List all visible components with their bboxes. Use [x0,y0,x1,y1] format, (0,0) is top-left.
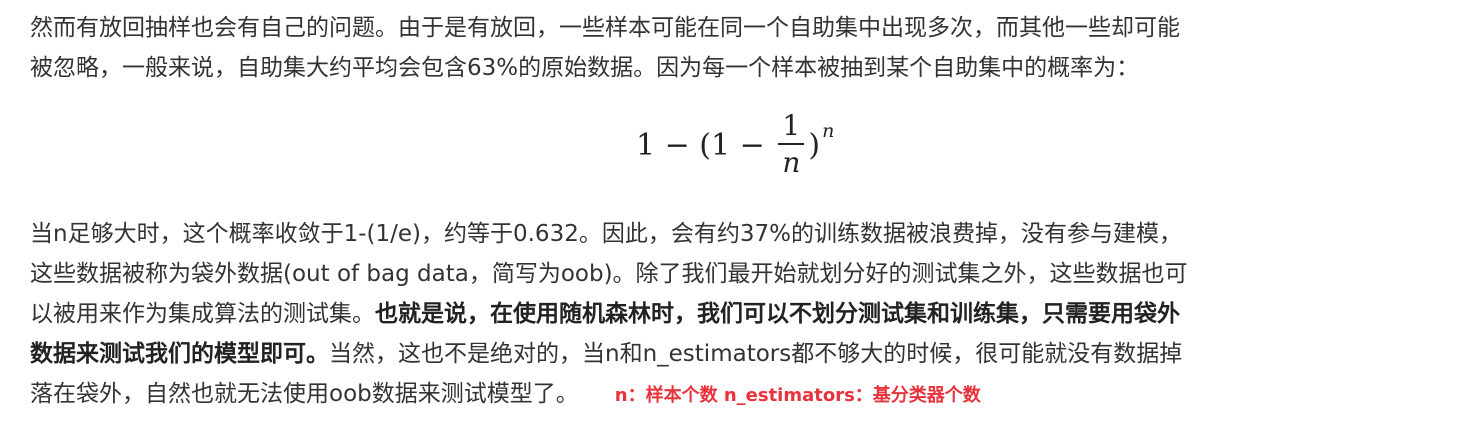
fraction-numerator: 1 [782,109,801,142]
text-bold: 也就是说，在使用随机森林时，我们可以不划分测试集和训练集，只需要用袋外 [375,301,1180,327]
text-bold: 数据来测试我们的模型即可。 [30,341,329,367]
text-line: 落在袋外，自然也就无法使用oob数据来测试模型了。 n：样本个数 n_estima… [30,374,1450,416]
formula-exponent: n [822,120,835,142]
formula-close-paren: ) [808,127,821,163]
text-line: 当n足够大时，这个概率收敛于1-(1/e)，约等于0.632。因此，会有约37%… [30,221,1182,247]
formula-one: 1 [636,127,656,163]
formula-expression: 1 − (1 − 1 n ) n [636,100,834,190]
text-normal: 落在袋外，自然也就无法使用oob数据来测试模型了。 [30,381,579,407]
formula-minus: − (1 − [655,127,775,163]
text-line: 这些数据被称为袋外数据(out of bag data，简写为oob)。除了我们… [30,261,1188,287]
probability-formula: 1 − (1 − 1 n ) n [30,94,1450,204]
article-body: 然而有放回抽样也会有自己的问题。由于是有放回，一些样本可能在同一个自助集中出现多… [30,0,1450,416]
text-line: 以被用来作为集成算法的测试集。也就是说，在使用随机森林时，我们可以不划分测试集和… [30,294,1450,334]
paragraph-bootstrap-problem: 然而有放回抽样也会有自己的问题。由于是有放回，一些样本可能在同一个自助集中出现多… [30,8,1450,88]
text-line: 数据来测试我们的模型即可。当然，这也不是绝对的，当n和n_estimators都… [30,334,1450,374]
text-line: 被忽略，一般来说，自助集大约平均会包含63%的原始数据。因为每一个样本被抽到某个… [30,55,1140,81]
text-normal: 以被用来作为集成算法的测试集。 [30,301,375,327]
paragraph-oob-explanation: 当n足够大时，这个概率收敛于1-(1/e)，约等于0.632。因此，会有约37%… [30,214,1450,416]
annotation-note: n：样本个数 n_estimators：基分类器个数 [614,385,981,406]
fraction-denominator: n [782,146,801,179]
text-line: 然而有放回抽样也会有自己的问题。由于是有放回，一些样本可能在同一个自助集中出现多… [30,15,1180,41]
formula-fraction: 1 n [778,109,805,181]
text-normal: 当然，这也不是绝对的，当n和n_estimators都不够大的时候，很可能就没有… [329,341,1183,367]
